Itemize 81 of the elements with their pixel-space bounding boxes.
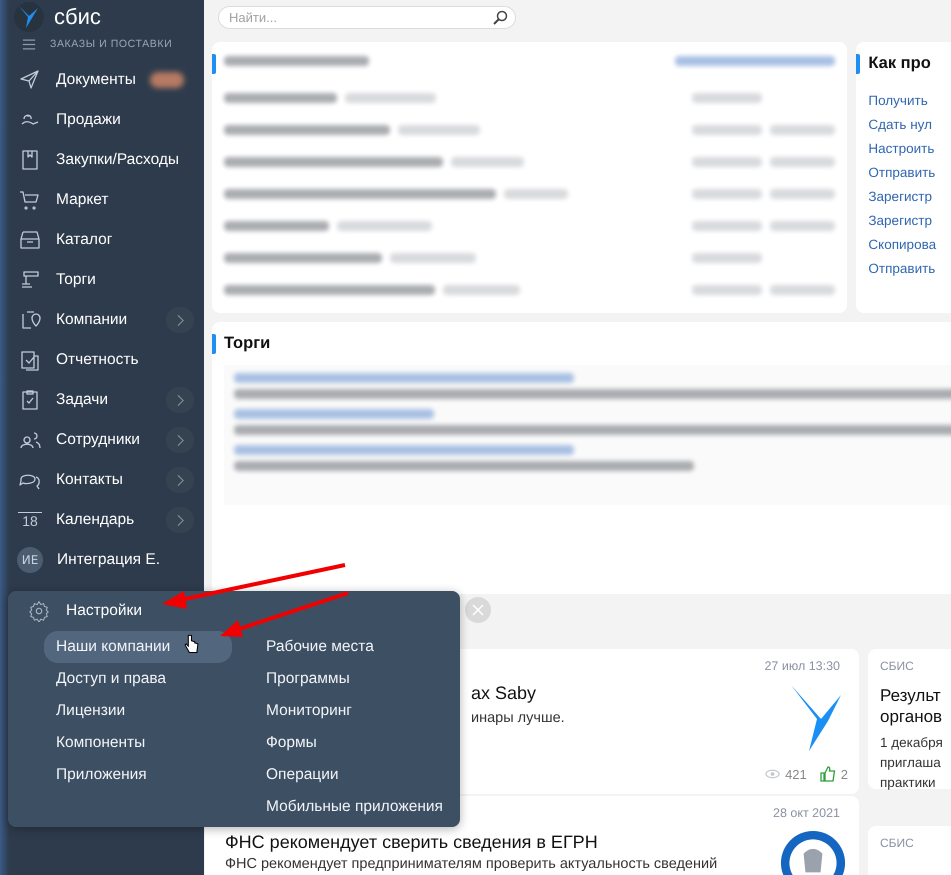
blurred-text: [692, 285, 762, 295]
hand-cursor-icon: [184, 634, 199, 656]
thumbs-up-icon[interactable]: [820, 766, 836, 782]
blurred-text: [770, 285, 836, 295]
help-link[interactable]: Получить: [868, 89, 951, 113]
search-icon[interactable]: [492, 10, 508, 26]
news-title: органов: [880, 706, 944, 727]
help-link[interactable]: Зарегистр: [868, 209, 951, 233]
close-icon: [472, 604, 484, 616]
expand-button[interactable]: [166, 467, 194, 493]
card-title: Торги: [224, 334, 272, 353]
nav-item[interactable]: Торги: [56, 271, 96, 289]
nav-item[interactable]: Задачи: [56, 391, 108, 409]
news-text: приглаша: [880, 754, 942, 772]
chevron-right-icon: [176, 394, 184, 406]
blurred-text: [692, 93, 762, 103]
close-button[interactable]: [465, 597, 491, 623]
blurred-text: [692, 125, 762, 135]
news-text: практики: [880, 774, 937, 792]
news-text: ФНС рекомендует предпринимателям проверить актуальность сведений: [225, 856, 718, 873]
news-date: 28 окт 2021: [773, 806, 840, 820]
blurred-text: [692, 157, 762, 167]
avatar: ИЕ: [17, 547, 43, 573]
help-link[interactable]: Скопирова: [868, 233, 951, 257]
expand-button[interactable]: [166, 507, 194, 533]
section-title[interactable]: ЗАКАЗЫ И ПОСТАВКИ: [50, 38, 172, 50]
blurred-text: [770, 189, 836, 199]
expand-button[interactable]: [166, 387, 194, 413]
nav-item[interactable]: Продажи: [56, 111, 121, 129]
nav-item[interactable]: Сотрудники: [56, 431, 140, 449]
news-source: СБИС: [880, 659, 915, 673]
chevron-right-icon: [176, 514, 184, 526]
help-link[interactable]: Отправить: [868, 161, 951, 185]
logo-text[interactable]: сбис: [54, 4, 101, 30]
view-count: 421: [785, 766, 807, 782]
nav-item[interactable]: Документы: [56, 71, 136, 89]
news-date: 27 июл 13:30: [764, 659, 840, 673]
chevron-right-icon: [176, 434, 184, 446]
blurred-text: [504, 189, 568, 199]
news-source: СБИС: [880, 836, 915, 850]
nav-item[interactable]: Календарь: [56, 511, 134, 529]
settings-icon: [28, 600, 50, 622]
blurred-text: [770, 125, 836, 135]
nav-item[interactable]: Интеграция Е.: [57, 551, 160, 569]
expand-button[interactable]: [166, 307, 194, 333]
news-title: ФНС рекомендует сверить сведения в ЕГРН: [225, 832, 599, 852]
news-card[interactable]: СБИС Результ органов 1 декабря приглаша практики: [868, 649, 951, 789]
help-link[interactable]: Отправить: [868, 257, 951, 281]
menu-title[interactable]: Настройки: [66, 602, 142, 620]
blurred-text: [770, 157, 836, 167]
card-title: Как про: [868, 54, 932, 73]
menu-item[interactable]: Формы: [254, 727, 443, 759]
eye-icon: [765, 769, 780, 779]
nav-item[interactable]: Отчетность: [56, 351, 139, 369]
nav-item[interactable]: Компании: [56, 311, 128, 329]
help-link[interactable]: Зарегистр: [868, 185, 951, 209]
menu-item[interactable]: Наши компании: [44, 631, 232, 663]
menu-icon[interactable]: [22, 38, 36, 50]
like-count: 2: [840, 766, 848, 782]
help-link[interactable]: Сдать нул: [868, 113, 951, 137]
expand-button[interactable]: [166, 427, 194, 453]
menu-item[interactable]: Операции: [254, 759, 443, 791]
chevron-right-icon: [176, 474, 184, 486]
nav-item[interactable]: Контакты: [56, 471, 123, 489]
help-link[interactable]: Настроить: [868, 137, 951, 161]
blurred-text: [692, 189, 762, 199]
news-text: 1 декабря: [880, 734, 944, 752]
bird-logo-icon[interactable]: [14, 2, 44, 32]
menu-item[interactable]: Программы: [254, 663, 443, 695]
blurred-text: [770, 221, 836, 231]
blurred-text: [692, 221, 762, 231]
search-field[interactable]: Найти...: [218, 6, 516, 29]
news-text: инары лучше.: [471, 710, 566, 726]
blurred-text: [692, 253, 762, 263]
menu-item[interactable]: Мониторинг: [254, 695, 443, 727]
nav-item[interactable]: Закупки/Расходы: [56, 151, 180, 169]
nav-item[interactable]: Каталог: [56, 231, 112, 249]
news-title: Результ: [880, 685, 942, 706]
nav-item[interactable]: Маркет: [56, 191, 108, 209]
chevron-right-icon: [176, 314, 184, 326]
news-title: ах Saby: [471, 683, 538, 704]
